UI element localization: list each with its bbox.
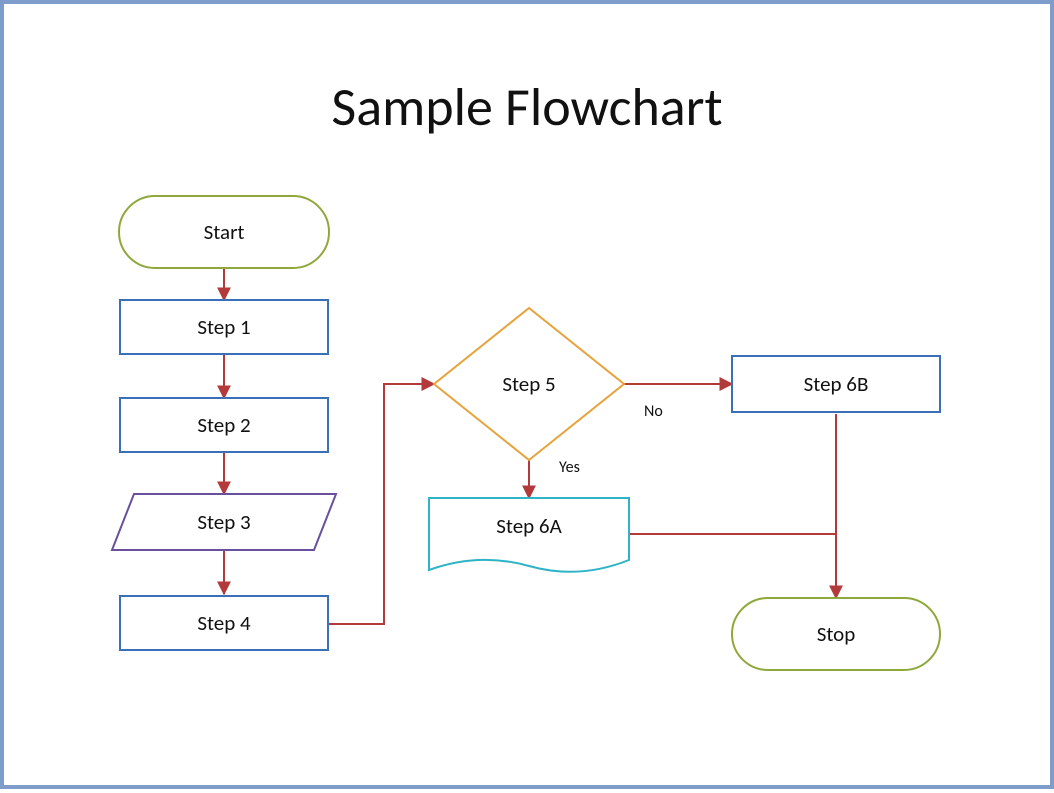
edge-step4-step5 (329, 384, 434, 624)
edge-label-no: No (644, 402, 663, 421)
node-stop-label: Stop (817, 621, 856, 647)
flowchart-canvas: Start Step 1 Step 2 Step 3 Step 4 Step 5… (4, 4, 1054, 793)
node-step4-label: Step 4 (197, 610, 251, 636)
edge-label-yes: Yes (559, 458, 580, 477)
node-step2-label: Step 2 (197, 412, 250, 438)
node-step5-label: Step 5 (502, 371, 555, 397)
node-step6b-label: Step 6B (804, 371, 869, 397)
node-start-label: Start (204, 219, 245, 245)
slide-frame: Sample Flowchart Start Step 1 (0, 0, 1054, 789)
node-step6a-label: Step 6A (496, 513, 562, 539)
node-step3-label: Step 3 (197, 509, 250, 535)
node-step1-label: Step 1 (197, 314, 250, 340)
